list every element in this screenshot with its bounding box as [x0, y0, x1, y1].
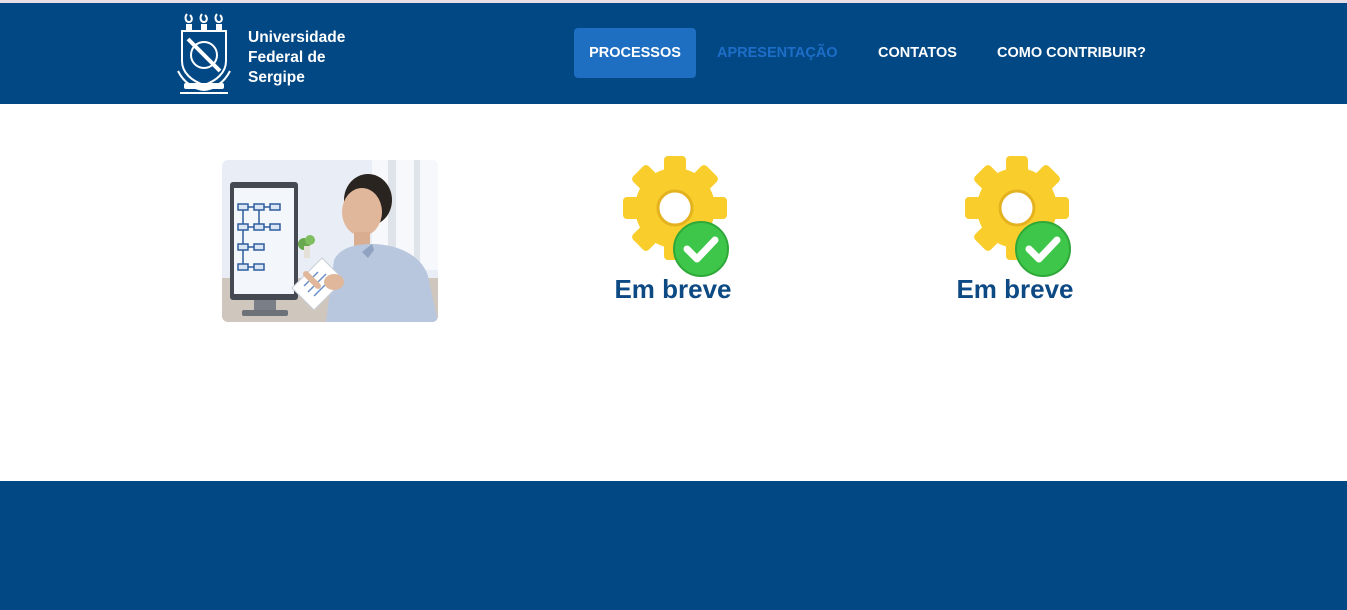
coming-soon-label: Em breve: [956, 274, 1074, 304]
person-flowchart-illustration: [222, 160, 438, 322]
nav-como-contribuir[interactable]: COMO CONTRIBUIR?: [997, 28, 1146, 78]
site-header: Universidade Federal de Sergipe PROCESSO…: [0, 3, 1347, 104]
coming-soon-label: Em breve: [614, 274, 732, 304]
ufs-logo-link[interactable]: Universidade Federal de Sergipe: [176, 11, 346, 97]
processos-card-image[interactable]: [222, 160, 438, 322]
gear-check-icon: [965, 156, 1075, 278]
nav-contatos[interactable]: CONTATOS: [878, 28, 957, 78]
logo-line-3: Sergipe: [248, 69, 305, 86]
logo-line-1: Universidade: [248, 29, 346, 46]
logo-wordmark: Universidade Federal de Sergipe: [248, 28, 345, 88]
site-footer: [0, 481, 1347, 610]
ufs-emblem-icon: [177, 13, 231, 94]
gear-check-icon: [623, 156, 733, 278]
logo-line-2: Federal de: [248, 49, 326, 66]
coming-soon-card-2[interactable]: Em breve: [920, 156, 1110, 316]
nav-apresentacao[interactable]: APRESENTAÇÃO: [717, 28, 838, 78]
coming-soon-card-1[interactable]: Em breve: [578, 156, 768, 316]
nav-processos[interactable]: PROCESSOS: [574, 28, 696, 78]
